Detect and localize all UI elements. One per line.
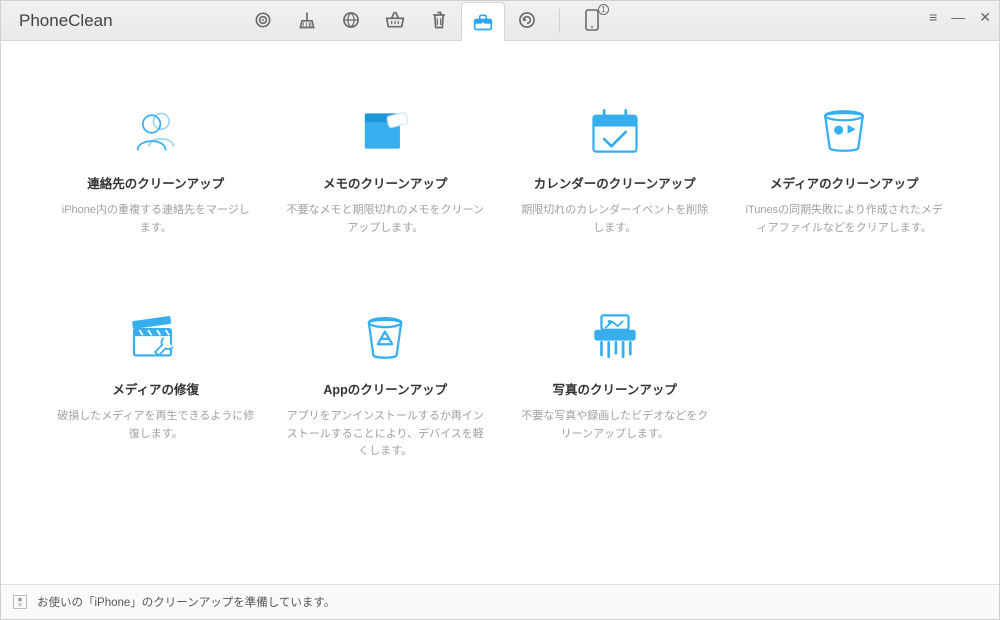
contacts-icon (57, 101, 255, 161)
card-title: 写真のクリーンアップ (516, 379, 714, 398)
card-desc: iPhone内の重複する連絡先をマージします。 (57, 202, 255, 237)
card-app-cleanup[interactable]: Appのクリーンアップ アプリをアンインストールするか再インストールすることによ… (281, 307, 491, 461)
titlebar: PhoneClean 1 ≡ — ✕ (1, 1, 999, 41)
content: 連絡先のクリーンアップ iPhone内の重複する連絡先をマージします。 メモのク… (1, 41, 999, 584)
card-title: メモのクリーンアップ (287, 173, 485, 192)
card-title: メディアのクリーンアップ (746, 173, 944, 192)
toolbar-globe[interactable] (329, 1, 373, 41)
toolbar-toolbox[interactable] (461, 2, 505, 42)
app-trash-icon (287, 307, 485, 367)
card-photo-cleanup[interactable]: 写真のクリーンアップ 不要な写真や録画したビデオなどをクリーンアップします。 (510, 307, 720, 461)
feature-grid: 連絡先のクリーンアップ iPhone内の重複する連絡先をマージします。 メモのク… (51, 101, 949, 461)
minimize-icon[interactable]: — (951, 9, 965, 26)
card-desc: 破損したメディアを再生できるように修復します。 (57, 408, 255, 443)
card-desc: アプリをアンインストールするか再インストールすることにより、デバイスを軽くします… (287, 408, 485, 461)
card-title: メディアの修復 (57, 379, 255, 398)
toolbar-brush[interactable] (285, 1, 329, 41)
card-title: Appのクリーンアップ (287, 379, 485, 398)
toolbar: 1 (241, 1, 614, 41)
card-desc: iTunesの同期失敗により作成されたメディアファイルなどをクリアします。 (746, 202, 944, 237)
spinner-icon (13, 595, 27, 609)
clapper-icon (57, 307, 255, 367)
toolbar-trash[interactable] (417, 1, 461, 41)
calendar-icon (516, 101, 714, 161)
card-desc: 不要な写真や録画したビデオなどをクリーンアップします。 (516, 408, 714, 443)
status-text: お使いの「iPhone」のクリーンアップを準備しています。 (37, 594, 335, 610)
window-controls: ≡ — ✕ (929, 9, 991, 26)
notes-icon (287, 101, 485, 161)
card-desc: 期限切れのカレンダーイベントを削除します。 (516, 202, 714, 237)
card-contacts-cleanup[interactable]: 連絡先のクリーンアップ iPhone内の重複する連絡先をマージします。 (51, 101, 261, 237)
statusbar: お使いの「iPhone」のクリーンアップを準備しています。 (1, 584, 999, 619)
card-title: 連絡先のクリーンアップ (57, 173, 255, 192)
toolbar-home[interactable] (241, 1, 285, 41)
card-desc: 不要なメモと期限切れのメモをクリーンアップします。 (287, 202, 485, 237)
card-notes-cleanup[interactable]: メモのクリーンアップ 不要なメモと期限切れのメモをクリーンアップします。 (281, 101, 491, 237)
media-cup-icon (746, 101, 944, 161)
shredder-icon (516, 307, 714, 367)
card-calendar-cleanup[interactable]: カレンダーのクリーンアップ 期限切れのカレンダーイベントを削除します。 (510, 101, 720, 237)
device-badge: 1 (598, 4, 609, 15)
app-title: PhoneClean (1, 11, 171, 31)
card-media-cleanup[interactable]: メディアのクリーンアップ iTunesの同期失敗により作成されたメディアファイル… (740, 101, 950, 237)
toolbar-basket[interactable] (373, 1, 417, 41)
toolbar-divider (559, 9, 560, 33)
toolbar-refresh[interactable] (505, 1, 549, 41)
toolbar-device[interactable]: 1 (570, 1, 614, 41)
menu-icon[interactable]: ≡ (929, 9, 937, 26)
card-title: カレンダーのクリーンアップ (516, 173, 714, 192)
card-media-repair[interactable]: メディアの修復 破損したメディアを再生できるように修復します。 (51, 307, 261, 461)
close-icon[interactable]: ✕ (979, 9, 991, 26)
